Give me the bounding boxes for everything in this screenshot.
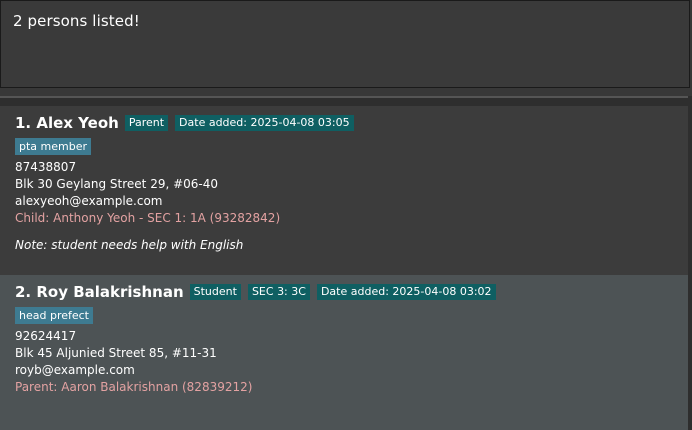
email-text: alexyeoh@example.com <box>15 194 163 208</box>
divider <box>0 96 692 98</box>
tag-label: pta member <box>15 138 92 155</box>
role-badge: Parent <box>124 115 169 131</box>
relation-text: Child: Anthony Yeoh - SEC 1: 1A (9328284… <box>15 211 281 225</box>
tag-label: head prefect <box>15 307 93 324</box>
address-text: Blk 45 Aljunied Street 85, #11-31 <box>15 346 217 360</box>
date-added-badge: Date added: 2025-04-08 03:05 <box>175 115 354 131</box>
card-header: 1. Alex Yeoh Parent Date added: 2025-04-… <box>15 113 361 133</box>
result-message: 2 persons listed! <box>13 12 140 30</box>
person-name: 2. Roy Balakrishnan <box>15 283 184 301</box>
person-list[interactable]: 1. Alex Yeoh Parent Date added: 2025-04-… <box>0 96 692 430</box>
date-added-badge: Date added: 2025-04-08 03:02 <box>316 284 496 300</box>
note-text: Note: student needs help with English <box>15 238 244 252</box>
email-text: royb@example.com <box>15 363 135 377</box>
person-name: 1. Alex Yeoh <box>15 114 119 132</box>
relation-text: Parent: Aaron Balakrishnan (82839212) <box>15 380 253 394</box>
person-card[interactable]: 2. Roy Balakrishnan Student SEC 3: 3C Da… <box>0 275 688 430</box>
scrollbar[interactable] <box>688 96 692 430</box>
phone-text: 87438807 <box>15 160 77 174</box>
result-display: 2 persons listed! <box>0 0 690 88</box>
person-card[interactable]: 1. Alex Yeoh Parent Date added: 2025-04-… <box>0 106 688 275</box>
phone-text: 92624417 <box>15 329 77 343</box>
class-badge: SEC 3: 3C <box>247 284 310 300</box>
card-header: 2. Roy Balakrishnan Student SEC 3: 3C Da… <box>15 282 503 302</box>
splitter[interactable] <box>0 88 692 96</box>
role-badge: Student <box>189 284 241 300</box>
address-text: Blk 30 Geylang Street 29, #06-40 <box>15 177 219 191</box>
